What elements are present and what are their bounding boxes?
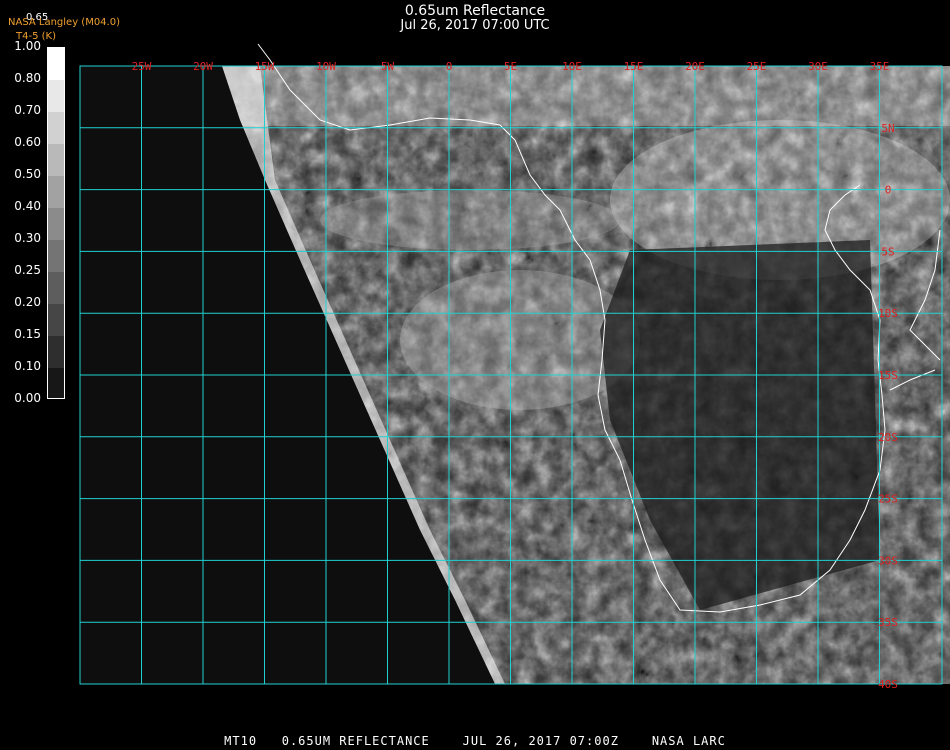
longitude-label: 25W xyxy=(132,60,152,73)
longitude-label: 35E xyxy=(870,60,890,73)
latitude-label: 35S xyxy=(878,616,898,629)
longitude-label: 5W xyxy=(381,60,395,73)
longitude-label: 0 xyxy=(446,60,453,73)
latitude-label: 15S xyxy=(878,369,898,382)
latitude-label: 30S xyxy=(878,554,898,567)
latitude-label: 25S xyxy=(878,493,898,506)
longitude-label: 15E xyxy=(624,60,644,73)
latitude-label: 20S xyxy=(878,431,898,444)
footer-caption: MT10 0.65UM REFLECTANCE JUL 26, 2017 07:… xyxy=(224,734,726,748)
longitude-label: 20W xyxy=(193,60,213,73)
latitude-label: 10S xyxy=(878,307,898,320)
longitude-label: 25E xyxy=(747,60,767,73)
longitude-label: 15W xyxy=(255,60,275,73)
latitude-label: 5N xyxy=(881,122,894,135)
longitude-label: 30E xyxy=(808,60,828,73)
longitude-label: 10E xyxy=(562,60,582,73)
longitude-label: 20E xyxy=(685,60,705,73)
satellite-map: 25W 20W 15W 10W 5W 0 5E 10E 15E 20E 25E 30E 35E 5N 0 5… xyxy=(79,43,950,691)
longitude-label: 10W xyxy=(316,60,336,73)
latitude-label: 5S xyxy=(881,245,894,258)
latitude-label: 40S xyxy=(878,678,898,691)
latitude-label: 0 xyxy=(885,184,892,197)
longitude-label: 5E xyxy=(504,60,517,73)
